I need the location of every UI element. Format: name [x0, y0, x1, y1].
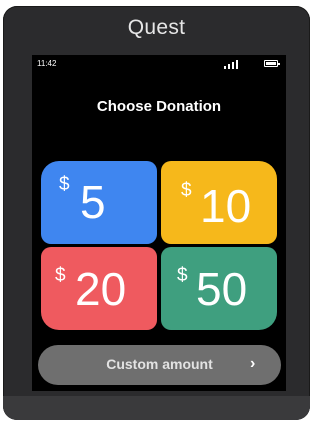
donation-option-20[interactable]: $ 20 [41, 247, 157, 330]
donation-option-5[interactable]: $ 5 [41, 161, 157, 244]
currency-symbol: $ [181, 180, 192, 201]
currency-symbol: $ [55, 265, 66, 286]
donation-amount: 20 [75, 263, 127, 315]
donation-amount: 5 [80, 176, 106, 228]
currency-symbol: $ [177, 265, 188, 286]
donation-amount: 50 [196, 263, 248, 315]
battery-icon [264, 60, 280, 67]
donation-amount: 10 [200, 180, 252, 232]
signal-icon [224, 59, 240, 69]
donation-option-10[interactable]: $ 10 [161, 161, 277, 244]
currency-symbol: $ [59, 174, 70, 195]
custom-amount-label: Custom amount [106, 356, 213, 372]
device-brand: Quest [127, 16, 186, 39]
page-title: Choose Donation [96, 98, 222, 115]
donation-option-50[interactable]: $ 50 [161, 247, 277, 330]
chevron-right-icon: › [250, 355, 256, 372]
status-time: 11:42 [37, 59, 57, 68]
screen: 11:42 Choose Donation $ 5 $ 10 $ 20 $ 50… [32, 55, 286, 391]
custom-amount-button[interactable]: Custom amount › [38, 345, 281, 385]
payment-terminal: Quest 11:42 Choose Donation $ 5 $ 10 $ 2… [3, 6, 310, 420]
device-base [3, 396, 310, 420]
